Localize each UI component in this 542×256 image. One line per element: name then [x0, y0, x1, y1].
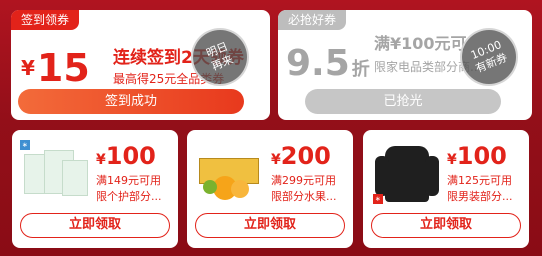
amount-value: 15 — [36, 46, 90, 90]
coupon-condition: 满149元可用 — [96, 174, 161, 187]
coupon-condition: 满125元可用 — [447, 174, 512, 187]
currency-symbol: ¥ — [21, 56, 35, 80]
claim-now-button[interactable]: 立即领取 — [20, 213, 170, 238]
coupon-scope: 限部分水果... — [271, 190, 337, 203]
product-coupon-card[interactable]: ¥200 满299元可用 限部分水果... 立即领取 — [187, 130, 353, 248]
product-coupon-card[interactable]: ∗ ¥100 满125元可用 限男装部分... 立即领取 — [363, 130, 529, 248]
coupon-amount: 100 — [105, 142, 156, 170]
discount-value: 9.5 — [286, 43, 350, 84]
jacket-icon: ∗ — [371, 140, 441, 204]
must-grab-coupon-card: 必抢好券 9.5 折 满¥100元可 限家电品类部分商... 10:00 有新券 … — [278, 10, 532, 120]
signin-tag: 签到领券 — [11, 10, 80, 30]
coupon-price: ¥100 — [96, 142, 156, 170]
orange-crate-icon — [195, 140, 265, 204]
sold-out-button[interactable]: 已抢光 — [305, 89, 501, 114]
currency-symbol: ¥ — [96, 152, 106, 168]
coupon-condition: 满299元可用 — [271, 174, 336, 187]
coupon-scope: 限个护部分... — [96, 190, 162, 203]
coupon-price: ¥100 — [447, 142, 507, 170]
discount-amount: 9.5 折 — [286, 43, 370, 84]
signin-success-button[interactable]: 签到成功 — [18, 89, 244, 114]
must-grab-title: 满¥100元可 — [374, 34, 467, 53]
must-grab-tag: 必抢好券 — [278, 10, 347, 30]
claim-now-button[interactable]: 立即领取 — [371, 213, 521, 238]
coupon-scope: 限男装部分... — [447, 190, 513, 203]
currency-symbol: ¥ — [447, 152, 457, 168]
signin-amount: ¥15 — [21, 46, 90, 90]
coupon-amount: 200 — [280, 142, 331, 170]
product-coupon-card[interactable]: ∗ ¥100 满149元可用 限个护部分... 立即领取 — [12, 130, 178, 248]
coupon-price: ¥200 — [271, 142, 331, 170]
coupon-amount: 100 — [456, 142, 507, 170]
signin-coupon-card: 签到领券 ¥15 连续签到2天领券 最高得25元全品类券 明日 再来 签到成功 — [11, 10, 270, 120]
currency-symbol: ¥ — [271, 152, 281, 168]
discount-unit: 折 — [351, 59, 370, 80]
claim-now-button[interactable]: 立即领取 — [195, 213, 345, 238]
supplement-box-icon: ∗ — [20, 140, 90, 204]
